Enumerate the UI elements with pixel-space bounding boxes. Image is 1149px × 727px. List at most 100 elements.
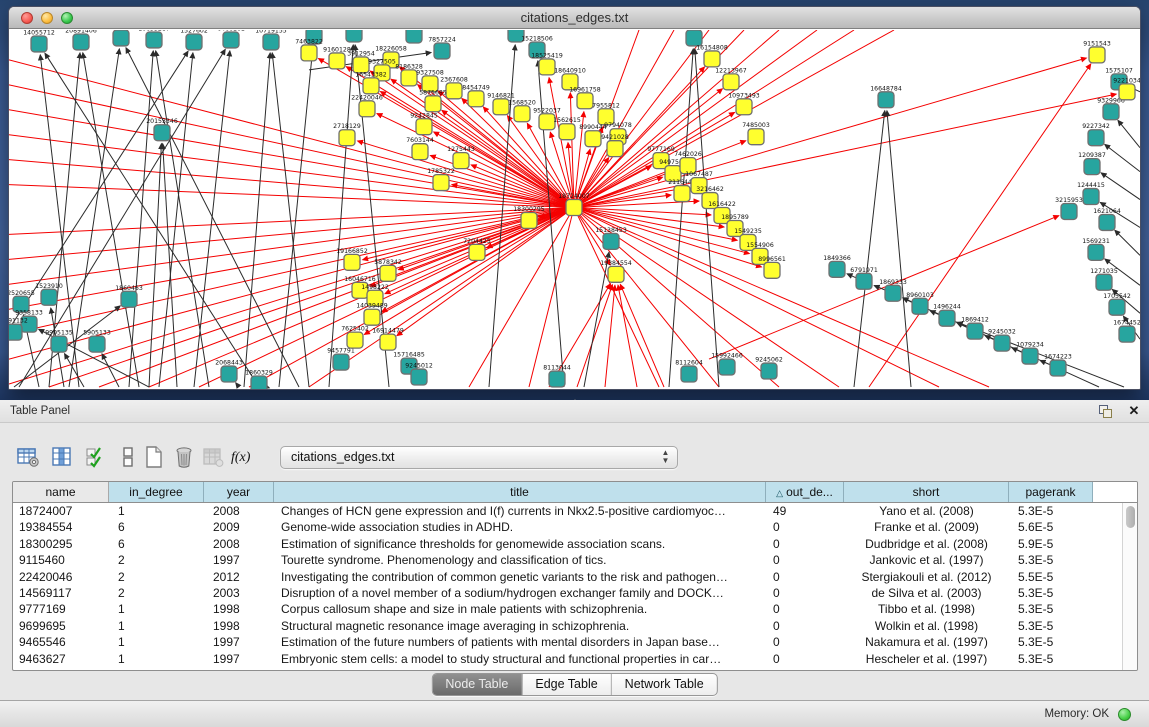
network-node[interactable]	[223, 32, 239, 48]
network-node[interactable]	[912, 298, 928, 314]
table-cell[interactable]: 2	[109, 552, 204, 568]
table-cell[interactable]: 14569117	[13, 585, 109, 601]
table-cell[interactable]: 6	[109, 519, 204, 535]
network-node[interactable]	[585, 131, 601, 147]
table-cell[interactable]: 9463627	[13, 651, 109, 667]
network-node[interactable]	[1099, 214, 1115, 230]
table-cell[interactable]: 5.3E-5	[1009, 601, 1093, 617]
table-cell[interactable]: Embryonic stem cells: a model to study s…	[274, 651, 766, 667]
table-cell[interactable]: 5.3E-5	[1009, 651, 1093, 667]
column-header-pagerank[interactable]: pagerank	[1009, 482, 1093, 502]
table-cell[interactable]: 1997	[204, 634, 274, 650]
network-node[interactable]	[878, 92, 894, 108]
delete-icon[interactable]	[172, 445, 198, 471]
table-cell[interactable]: Changes of HCN gene expression and I(f) …	[274, 503, 766, 519]
column-header-in_degree[interactable]: in_degree	[109, 482, 204, 502]
table-cell[interactable]: Genome-wide association studies in ADHD.	[274, 519, 766, 535]
network-node[interactable]	[1119, 326, 1135, 342]
table-cell[interactable]: 6	[109, 536, 204, 552]
function-builder-icon[interactable]: f(x)	[231, 445, 261, 471]
network-node[interactable]	[736, 99, 752, 115]
network-node[interactable]	[412, 144, 428, 160]
table-cell[interactable]: 0	[766, 552, 844, 568]
network-node[interactable]	[1088, 130, 1104, 146]
network-node[interactable]	[411, 369, 427, 385]
table-cell[interactable]: 5.3E-5	[1009, 618, 1093, 634]
table-cell[interactable]: 2012	[204, 569, 274, 585]
table-cell[interactable]: Nakamura et al. (1997)	[844, 634, 1009, 650]
table-cell[interactable]: 5.3E-5	[1009, 552, 1093, 568]
table-cell[interactable]: 9465546	[13, 634, 109, 650]
column-header-title[interactable]: title	[274, 482, 766, 502]
table-cell[interactable]: Disruption of a novel member of a sodium…	[274, 585, 766, 601]
table-cell[interactable]: 0	[766, 585, 844, 601]
network-node[interactable]	[1084, 159, 1100, 175]
network-node[interactable]	[89, 336, 105, 352]
network-node[interactable]	[416, 119, 432, 135]
network-node[interactable]	[146, 32, 162, 48]
network-node[interactable]	[761, 363, 777, 379]
scrollbar-thumb[interactable]	[1126, 506, 1135, 528]
network-node[interactable]	[339, 130, 355, 146]
network-node[interactable]	[493, 99, 509, 115]
row-height-icon[interactable]	[116, 445, 142, 471]
table-cell[interactable]: Jankovic et al. (1997)	[844, 552, 1009, 568]
network-node[interactable]	[719, 359, 735, 375]
table-cell[interactable]: Investigating the contribution of common…	[274, 569, 766, 585]
network-node[interactable]	[939, 310, 955, 326]
network-node[interactable]	[359, 101, 375, 117]
network-node[interactable]	[1119, 84, 1135, 100]
network-node[interactable]	[433, 175, 449, 191]
table-row[interactable]: 977716911998Corpus callosum shape and si…	[13, 601, 1137, 617]
table-row[interactable]: 911546021997Tourette syndrome. Phenomeno…	[13, 552, 1137, 568]
table-cell[interactable]: 2003	[204, 585, 274, 601]
network-node[interactable]	[425, 96, 441, 112]
memory-status-icon[interactable]	[1118, 708, 1131, 721]
table-row[interactable]: 1938455462009Genome-wide association stu…	[13, 519, 1137, 535]
table-cell[interactable]: Dudbridge et al. (2008)	[844, 536, 1009, 552]
network-node[interactable]	[329, 53, 345, 69]
network-node[interactable]	[347, 332, 363, 348]
table-row[interactable]: 2242004622012Investigating the contribut…	[13, 569, 1137, 585]
network-node[interactable]	[1050, 360, 1066, 376]
network-node[interactable]	[380, 334, 396, 350]
network-node[interactable]	[333, 354, 349, 370]
table-cell[interactable]: 2008	[204, 503, 274, 519]
network-node[interactable]	[1061, 204, 1077, 220]
table-cell[interactable]: Yano et al. (2008)	[844, 503, 1009, 519]
network-node[interactable]	[41, 289, 57, 305]
table-cell[interactable]: 0	[766, 601, 844, 617]
network-node[interactable]	[1109, 299, 1125, 315]
network-node[interactable]	[380, 265, 396, 281]
table-cell[interactable]: 2009	[204, 519, 274, 535]
network-node[interactable]	[434, 43, 450, 59]
network-node[interactable]	[603, 233, 619, 249]
network-node[interactable]	[344, 254, 360, 270]
table-cell[interactable]: Hescheler et al. (1997)	[844, 651, 1009, 667]
network-node[interactable]	[829, 261, 845, 277]
table-row[interactable]: 1456911722003Disruption of a novel membe…	[13, 585, 1137, 601]
network-node[interactable]	[31, 36, 47, 52]
close-panel-icon[interactable]: ✕	[1126, 402, 1142, 420]
table-row[interactable]: 946362711997Embryonic stem cells: a mode…	[13, 651, 1137, 667]
network-node[interactable]	[363, 78, 379, 94]
import-table-icon[interactable]	[201, 445, 227, 471]
table-row[interactable]: 1872400712008Changes of HCN gene express…	[13, 503, 1137, 519]
table-cell[interactable]: 1	[109, 651, 204, 667]
network-node[interactable]	[469, 244, 485, 260]
network-node[interactable]	[674, 186, 690, 202]
table-cell[interactable]: 0	[766, 618, 844, 634]
network-node[interactable]	[1088, 244, 1104, 260]
network-node[interactable]	[406, 30, 422, 43]
table-scrollbar[interactable]	[1122, 503, 1137, 671]
table-cell[interactable]: Wolkin et al. (1998)	[844, 618, 1009, 634]
network-node[interactable]	[856, 273, 872, 289]
column-header-name[interactable]: name	[13, 482, 109, 502]
table-cell[interactable]: 0	[766, 569, 844, 585]
network-node[interactable]	[221, 366, 237, 382]
close-window-button[interactable]	[21, 12, 33, 24]
network-node[interactable]	[73, 34, 89, 50]
table-cell[interactable]: Franke et al. (2009)	[844, 519, 1009, 535]
table-cell[interactable]: Stergiakouli et al. (2012)	[844, 569, 1009, 585]
table-cell[interactable]: 18300295	[13, 536, 109, 552]
